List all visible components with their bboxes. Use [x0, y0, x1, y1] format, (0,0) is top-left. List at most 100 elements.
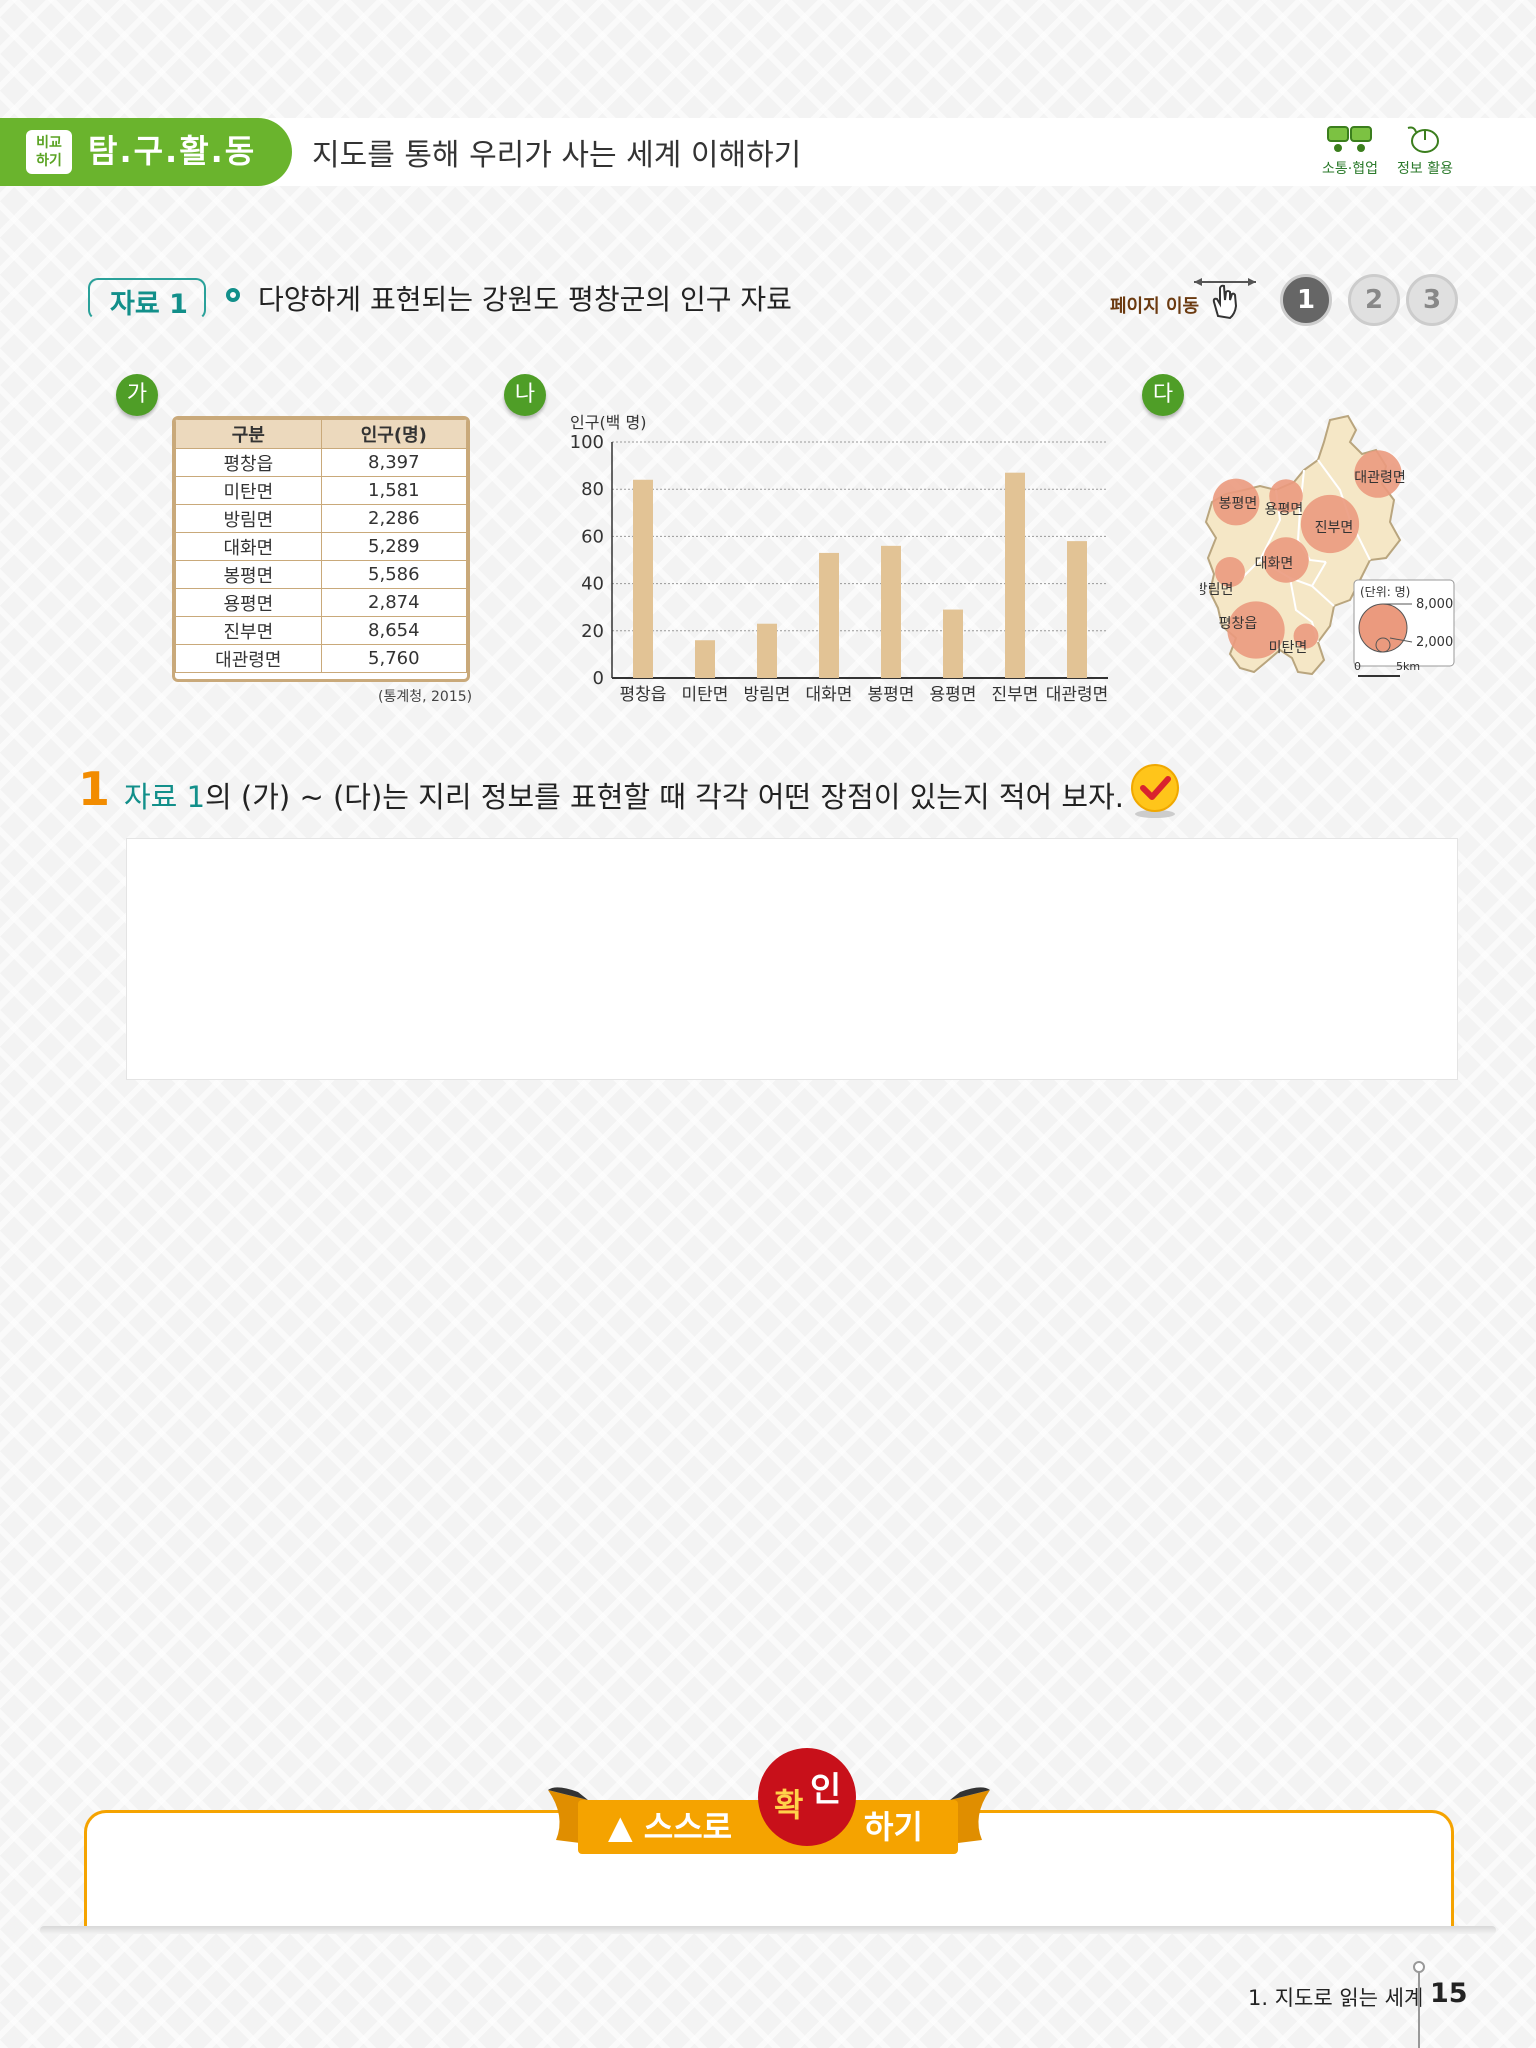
map-label: 평창읍 — [1219, 616, 1258, 632]
question-number: 1 — [78, 762, 111, 816]
table-row: 평창읍 8,397 — [175, 448, 467, 477]
table-cell: 대관령면 — [175, 644, 322, 673]
table-cell: 1,581 — [320, 476, 467, 505]
page-button-2[interactable]: 2 — [1348, 274, 1400, 326]
x-tick-label: 대관령면 — [1046, 685, 1109, 705]
material-label: 자료 1 — [110, 289, 188, 320]
x-tick-label: 봉평면 — [868, 685, 915, 705]
mouse-icon — [1407, 126, 1439, 153]
x-tick-label: 대화면 — [806, 685, 853, 705]
table-cell: 5,289 — [320, 532, 467, 561]
badge-line2: 하기 — [36, 153, 62, 169]
table-row: 미탄면 1,581 — [175, 476, 467, 505]
pyeongchang-map: 대관령면봉평면 용평면진부면대화면방림면평창읍미탄면 (단위: 명) 8,000 … — [1200, 414, 1455, 677]
self-check-prefix: ▲ 스스로 — [608, 1808, 733, 1846]
chapter-title: 1. 지도로 읽는 세계 — [1248, 1986, 1424, 2010]
map-label: 미탄면 — [1269, 640, 1308, 656]
communication-badge: 소통·협업 — [1320, 124, 1380, 184]
panel-label-a: 가 — [116, 374, 158, 416]
bar — [1005, 472, 1025, 678]
map-label: 대관령면 — [1354, 470, 1406, 486]
table-cell: 8,654 — [320, 616, 467, 645]
y-tick-label: 20 — [581, 621, 604, 642]
legend-title: (단위: 명) — [1360, 585, 1410, 599]
table-cell: 용평면 — [175, 588, 322, 617]
x-tick-label: 진부면 — [992, 685, 1039, 705]
table-header: 인구(명) — [320, 419, 467, 449]
table-row: 대화면 5,289 — [175, 532, 467, 561]
legend-large-value: 8,000 — [1416, 597, 1453, 612]
x-tick-label: 용평면 — [930, 685, 977, 705]
scale-zero: 0 — [1354, 660, 1361, 673]
table-row: 용평면 2,874 — [175, 588, 467, 617]
page-number: 15 — [1430, 1978, 1468, 2009]
table-row: 방림면 2,286 — [175, 504, 467, 533]
map-label: 대화면 — [1255, 556, 1294, 572]
bar — [633, 479, 653, 678]
shadow-divider — [40, 1926, 1496, 1934]
bar — [695, 640, 715, 678]
map-label: 봉평면 — [1219, 496, 1258, 512]
y-tick-label: 100 — [570, 432, 604, 453]
population-table-frame: 구분 인구(명) 평창읍 8,397 미탄면 1,581 방림면 2,286 대화면 5… — [172, 416, 470, 682]
page-button-1[interactable]: 1 — [1280, 274, 1332, 326]
y-tick-label: 40 — [581, 574, 604, 595]
bar — [943, 609, 963, 678]
info-badge: 정보 활용 — [1392, 124, 1458, 184]
table-cell: 봉평면 — [175, 560, 322, 589]
swipe-hand-icon — [1194, 278, 1256, 320]
self-check-suffix: 하기 — [864, 1808, 923, 1846]
footer-divider — [1418, 1970, 1420, 2048]
bullet-icon — [226, 288, 240, 302]
map-label: 진부면 — [1315, 520, 1354, 536]
footer-ring-icon — [1413, 1961, 1425, 1973]
material-title: 다양하게 표현되는 강원도 평창군의 인구 자료 — [258, 283, 792, 316]
table-cell: 미탄면 — [175, 476, 322, 505]
table-header: 구분 — [175, 419, 322, 449]
bar — [819, 552, 839, 678]
legend-small-value: 2,000 — [1416, 635, 1453, 650]
y-tick-label: 80 — [581, 479, 604, 500]
legend-large-circle — [1358, 603, 1408, 653]
table-cell: 진부면 — [175, 616, 322, 645]
table-cell: 대화면 — [175, 532, 322, 561]
table-cell: 5,586 — [320, 560, 467, 589]
x-tick-label: 미탄면 — [682, 685, 729, 705]
question-text: 자료 1의 (가) ~ (다)는 지리 정보를 표현할 때 각각 어떤 장점이 … — [124, 774, 1124, 816]
bar — [881, 545, 901, 678]
table-cell: 방림면 — [175, 504, 322, 533]
self-check-bubble — [758, 1748, 856, 1846]
page-nav-label: 페이지 이동 — [1110, 296, 1200, 317]
table-row: 봉평면 5,586 — [175, 560, 467, 589]
bar — [757, 623, 777, 678]
scale-km: 5km — [1396, 660, 1420, 673]
table-row: 대관령면 5,760 — [175, 644, 467, 673]
chart-ylabel: 인구(백 명) — [570, 413, 646, 432]
panel-label-c: 다 — [1142, 374, 1184, 416]
badge-line1: 비교 — [36, 135, 62, 151]
chat-icon — [1327, 126, 1372, 152]
map-label: 방림면 — [1200, 582, 1233, 598]
map-label: 용평면 — [1265, 502, 1304, 518]
question-body: 의 (가) ~ (다)는 지리 정보를 표현할 때 각각 어떤 장점이 있는지 … — [205, 780, 1125, 814]
x-tick-label: 평창읍 — [620, 685, 667, 705]
page-title: 지도를 통해 우리가 사는 세계 이해하기 — [312, 138, 802, 173]
compare-badge: 비교 하기 — [26, 130, 72, 174]
info-label: 정보 활용 — [1397, 161, 1453, 177]
bubble-char-1: 확 — [774, 1786, 804, 1824]
table-cell: 2,286 — [320, 504, 467, 533]
y-tick-label: 0 — [593, 668, 604, 689]
y-tick-label: 60 — [581, 526, 604, 547]
table-cell: 5,760 — [320, 644, 467, 673]
population-bar-chart: 인구(백 명) 0 20 40 60 80 100 평창읍 미탄면 방림면 대화면 봉평면 용평면 진… — [570, 413, 1109, 705]
check-icon[interactable] — [1128, 762, 1182, 820]
table-cell: 8,397 — [320, 448, 467, 477]
table-cell: 평창읍 — [175, 448, 322, 477]
answer-area[interactable] — [126, 838, 1458, 1080]
table-header-row: 구분 인구(명) — [175, 419, 467, 449]
page-button-3[interactable]: 3 — [1406, 274, 1458, 326]
x-tick-label: 방림면 — [744, 685, 791, 705]
table-row: 진부면 8,654 — [175, 616, 467, 645]
bubble-char-2: 인 — [810, 1770, 842, 1810]
section-title: 탐.구.활.동 — [88, 132, 257, 170]
